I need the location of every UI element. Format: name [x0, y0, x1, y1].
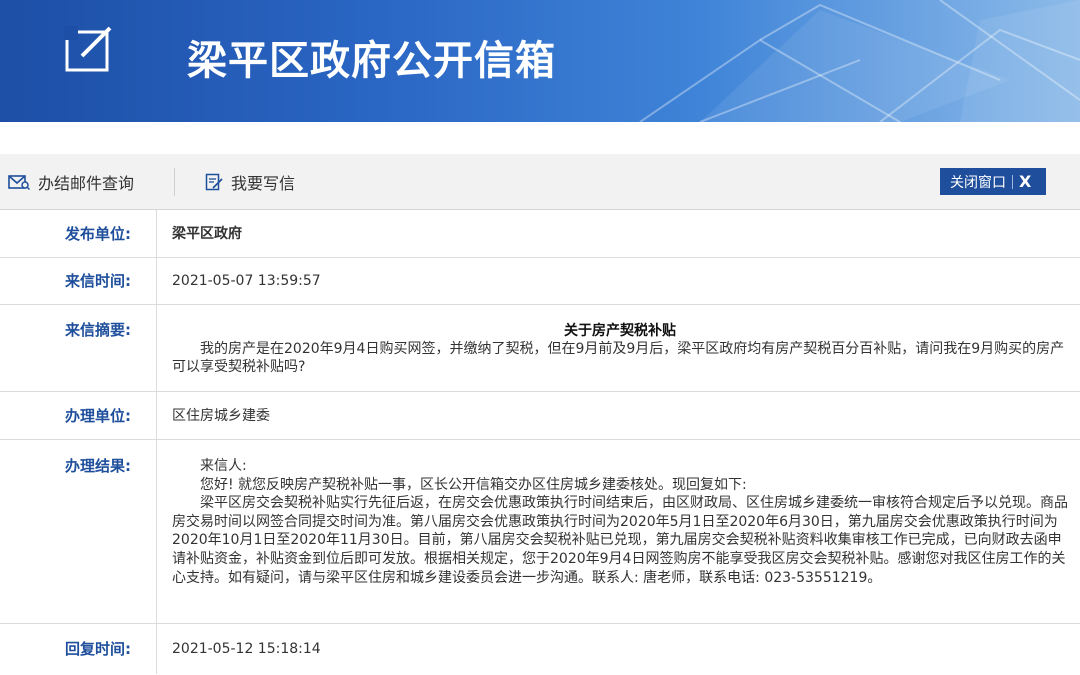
publisher-label: 发布单位:: [0, 210, 157, 257]
sent-time-value: 2021-05-07 13:59:57: [172, 273, 321, 289]
write-letter-label: 我要写信: [231, 174, 296, 193]
close-window-button[interactable]: 关闭窗口 X: [940, 168, 1046, 195]
result-line-2: 梁平区房交会契税补贴实行先征后返，在房交会优惠政策执行时间结束后，由区财政局、区…: [172, 495, 1068, 586]
toolbar-divider: [174, 168, 175, 196]
result-label: 办理结果:: [0, 440, 157, 623]
reply-time-value: 2021-05-12 15:18:14: [172, 641, 321, 657]
sent-time-label: 来信时间:: [0, 258, 157, 304]
mail-search-icon: [8, 175, 30, 190]
summary-label: 来信摘要:: [0, 305, 157, 391]
reply-time-row: 回复时间: 2021-05-12 15:18:14: [0, 624, 1080, 674]
reply-time-label: 回复时间:: [0, 624, 157, 674]
write-letter-button[interactable]: 我要写信: [205, 154, 295, 210]
sent-time-row: 来信时间: 2021-05-07 13:59:57: [0, 258, 1080, 305]
letter-body: 我的房产是在2020年9月4日购买网签，并缴纳了契税，但在9月前及9月后，梁平区…: [172, 341, 1065, 375]
result-greeting: 来信人:: [200, 458, 247, 474]
handler-label: 办理单位:: [0, 392, 157, 439]
publisher-value: 梁平区政府: [172, 226, 242, 242]
result-line-1: 您好! 就您反映房产契税补贴一事，区长公开信箱交办区住房城乡建委核处。现回复如下…: [200, 476, 747, 493]
close-window-label: 关闭窗口: [950, 174, 1006, 191]
summary-row: 来信摘要: 关于房产契税补贴 我的房产是在2020年9月4日购买网签，并缴纳了契…: [0, 305, 1080, 392]
header-banner: 梁平区政府公开信箱: [0, 0, 1080, 122]
close-divider: [1012, 174, 1013, 189]
summary-content: 关于房产契税补贴 我的房产是在2020年9月4日购买网签，并缴纳了契税，但在9月…: [157, 305, 1080, 391]
edit-letter-icon: [64, 26, 112, 72]
close-icon: X: [1019, 172, 1032, 191]
letter-subject: 关于房产契税补贴: [564, 323, 676, 339]
result-content: 来信人: 您好! 就您反映房产契税补贴一事，区长公开信箱交办区住房城乡建委核处。…: [157, 440, 1080, 623]
handler-value: 区住房城乡建委: [172, 408, 270, 424]
write-icon: [205, 173, 223, 191]
publisher-row: 发布单位: 梁平区政府: [0, 210, 1080, 258]
toolbar: 办结邮件查询 我要写信 关闭窗口 X: [0, 154, 1080, 210]
spacer: [0, 122, 1080, 154]
handler-row: 办理单位: 区住房城乡建委: [0, 392, 1080, 440]
query-closed-mail-button[interactable]: 办结邮件查询: [8, 154, 134, 210]
query-closed-mail-label: 办结邮件查询: [38, 174, 135, 193]
result-row: 办理结果: 来信人: 您好! 就您反映房产契税补贴一事，区长公开信箱交办区住房城…: [0, 440, 1080, 624]
site-title: 梁平区政府公开信箱: [187, 38, 556, 84]
